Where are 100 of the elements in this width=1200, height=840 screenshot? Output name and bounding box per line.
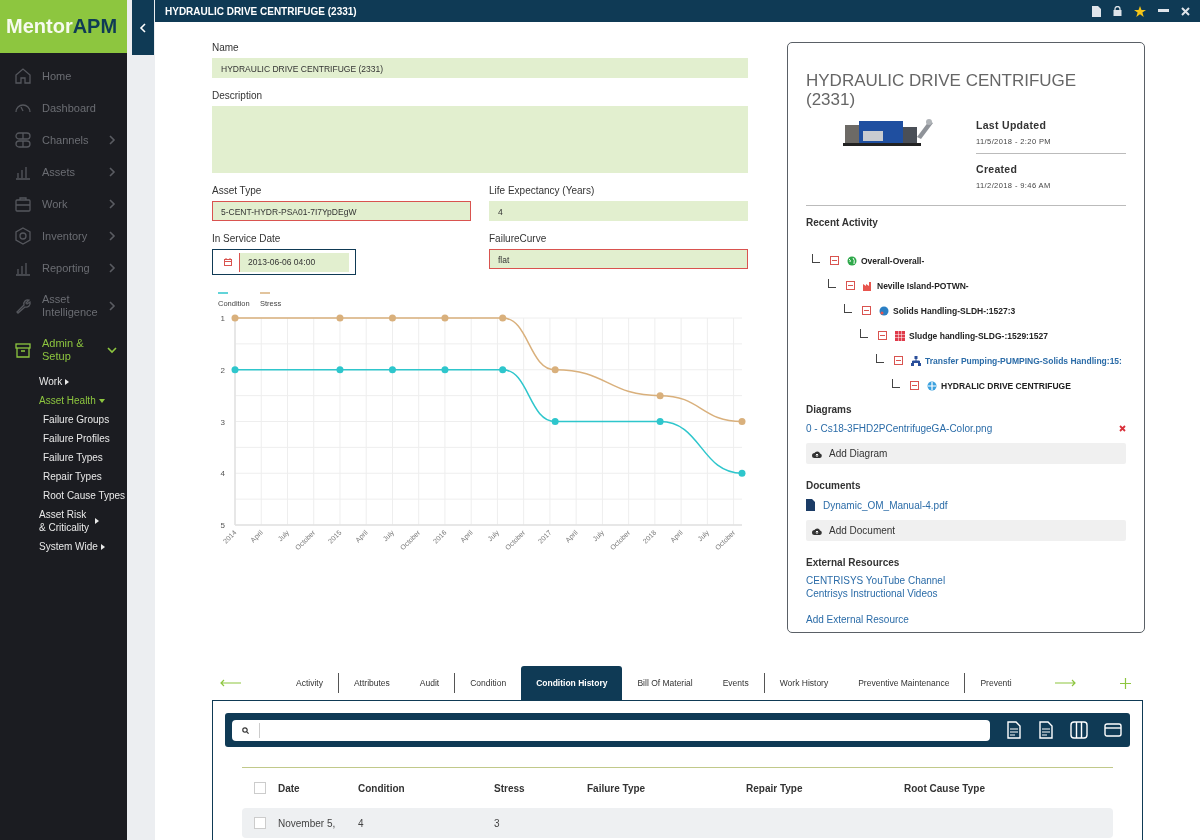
factory-icon [863,280,873,291]
delete-icon[interactable] [1119,425,1126,432]
collapse-toggle-icon[interactable] [910,381,919,390]
text-field[interactable]: HYDRAULIC DRIVE CENTRIFUGE (2331) [212,58,748,78]
field-label: Life Expectancy (Years) [489,185,596,197]
resource-link[interactable]: CENTRISYS YouTube Channel [806,574,1126,587]
table-cell-text: 4 [358,817,365,829]
tree-node[interactable]: Neville Island-POTWN- [808,273,1126,298]
axis-label: 1 [220,314,225,323]
checkbox[interactable] [254,782,266,794]
cloud-upload-icon [812,526,822,535]
minimize-icon[interactable] [1158,9,1169,13]
spreadsheet-export-icon[interactable] [1006,721,1022,739]
text-field[interactable]: 5-CENT-HYDR-PSA01-7I7YpDEgW [212,201,471,221]
data-point [231,366,239,374]
window-title: HYDRAULIC DRIVE CENTRIFUGE (2331) [165,5,358,17]
field-label: Asset Type [212,185,263,197]
tree-node[interactable]: HYDRALIC DRIVE CENTRIFUGE [808,373,1126,398]
checkbox[interactable] [254,817,266,829]
grid-icon [895,330,905,341]
menu-item[interactable]: Failure Types [0,448,127,467]
add-diagram-button[interactable]: Add Diagram [806,443,1126,464]
data-point [656,418,664,425]
section-heading: Documents [806,480,862,491]
tab[interactable]: Preventive Maintenance [843,666,965,700]
text-field[interactable]: 4 [489,201,748,221]
tab[interactable]: Activity [281,666,338,700]
hexagon-icon [14,227,32,245]
axis-label: 3 [220,417,225,427]
data-point [738,418,746,425]
tree-node[interactable]: Sludge handling-SLDG-:1529:1527 [808,323,1126,348]
close-icon[interactable] [1181,6,1190,16]
add-document-button[interactable]: Add Document [806,520,1126,541]
chevron-icon [107,301,117,311]
cloud-upload-icon [812,449,822,458]
chevron-icon [107,231,117,241]
tab[interactable]: Audit [404,666,455,700]
chevron-icon [107,167,117,177]
menu-item[interactable]: Asset Risk & Criticality [0,505,99,537]
columns-icon[interactable] [1070,721,1088,739]
star-icon[interactable] [1134,5,1146,17]
meta-label: Last Updated [976,119,1048,131]
collapse-toggle-icon[interactable] [862,306,871,315]
tab[interactable]: Bill Of Material [622,666,708,700]
caret-down-icon [98,398,105,403]
search-field[interactable] [232,719,990,741]
description-field[interactable] [212,106,748,173]
tab[interactable]: Preventi [965,666,1027,700]
chevron-icon [107,199,117,209]
menu-item[interactable]: Repair Types [0,467,127,486]
collapse-toggle-icon[interactable] [830,256,839,265]
data-point [499,366,507,374]
meta-label: Created [976,163,1019,175]
data-point [336,314,344,322]
plus-icon[interactable] [1119,677,1131,689]
column-header[interactable]: Stress [494,782,587,794]
document-icon[interactable] [1092,5,1101,17]
menu-item[interactable]: Root Cause Types [0,486,127,505]
data-point [388,366,396,374]
tree-node[interactable]: Solids Handling-SLDH-:1527:3 [808,298,1126,323]
column-header[interactable]: Condition [358,782,494,794]
collapse-toggle-icon[interactable] [894,356,903,365]
calendar-icon [224,258,232,266]
column-header[interactable]: Root Cause Type [904,782,1113,794]
nav-item[interactable]: Admin & Setup [0,328,127,372]
caret-right-icon [95,518,99,524]
arrow-right-icon[interactable] [1054,679,1076,687]
data-point [551,418,559,425]
tab[interactable]: Attributes [338,666,405,700]
document-link[interactable]: Dynamic_OM_Manual-4.pdf [823,499,948,511]
menu-item[interactable]: Work [0,372,127,391]
field-label: In Service Date [212,233,282,245]
tab[interactable]: Condition [455,666,522,700]
resource-link[interactable]: Centrisys Instructional Videos [806,587,1126,600]
menu-item[interactable]: Asset Health [0,391,127,410]
tab[interactable]: Events [707,666,764,700]
arrow-left-icon[interactable] [220,679,241,687]
column-header[interactable]: Failure Type [587,782,746,794]
menu-item[interactable]: System Wide [0,537,127,556]
tree-node[interactable]: Transfer Pumping-PUMPING-Solids Handling:15: [808,348,1126,373]
menu-item[interactable]: Failure Groups [0,410,127,429]
tab[interactable]: Condition History [521,666,623,700]
column-header[interactable]: Repair Type [746,782,904,794]
lock-icon[interactable] [1113,6,1122,16]
date-field[interactable]: 2013-06-06 04:00 [212,249,356,275]
axis-label: 4 [220,469,225,479]
menu-item[interactable]: Failure Profiles [0,429,127,448]
collapse-toggle-icon[interactable] [878,331,887,340]
archive-box-icon [14,341,32,359]
tab[interactable]: Work History [764,666,844,700]
add-resource-link[interactable]: Add External Resource [806,614,909,625]
collapse-toggle-icon[interactable] [846,281,855,290]
panel-icon[interactable] [1104,723,1122,737]
tree-node[interactable]: Overall-Overall- [808,248,1126,273]
section-heading: Diagrams [806,404,853,415]
text-field[interactable]: flat [489,249,748,269]
diagram-link[interactable]: 0 - Cs18-3FHD2PCentrifugeGA-Color.png [806,423,993,434]
data-point [441,314,449,322]
document-export-icon[interactable] [1038,721,1054,739]
column-header[interactable]: Date [278,782,358,794]
